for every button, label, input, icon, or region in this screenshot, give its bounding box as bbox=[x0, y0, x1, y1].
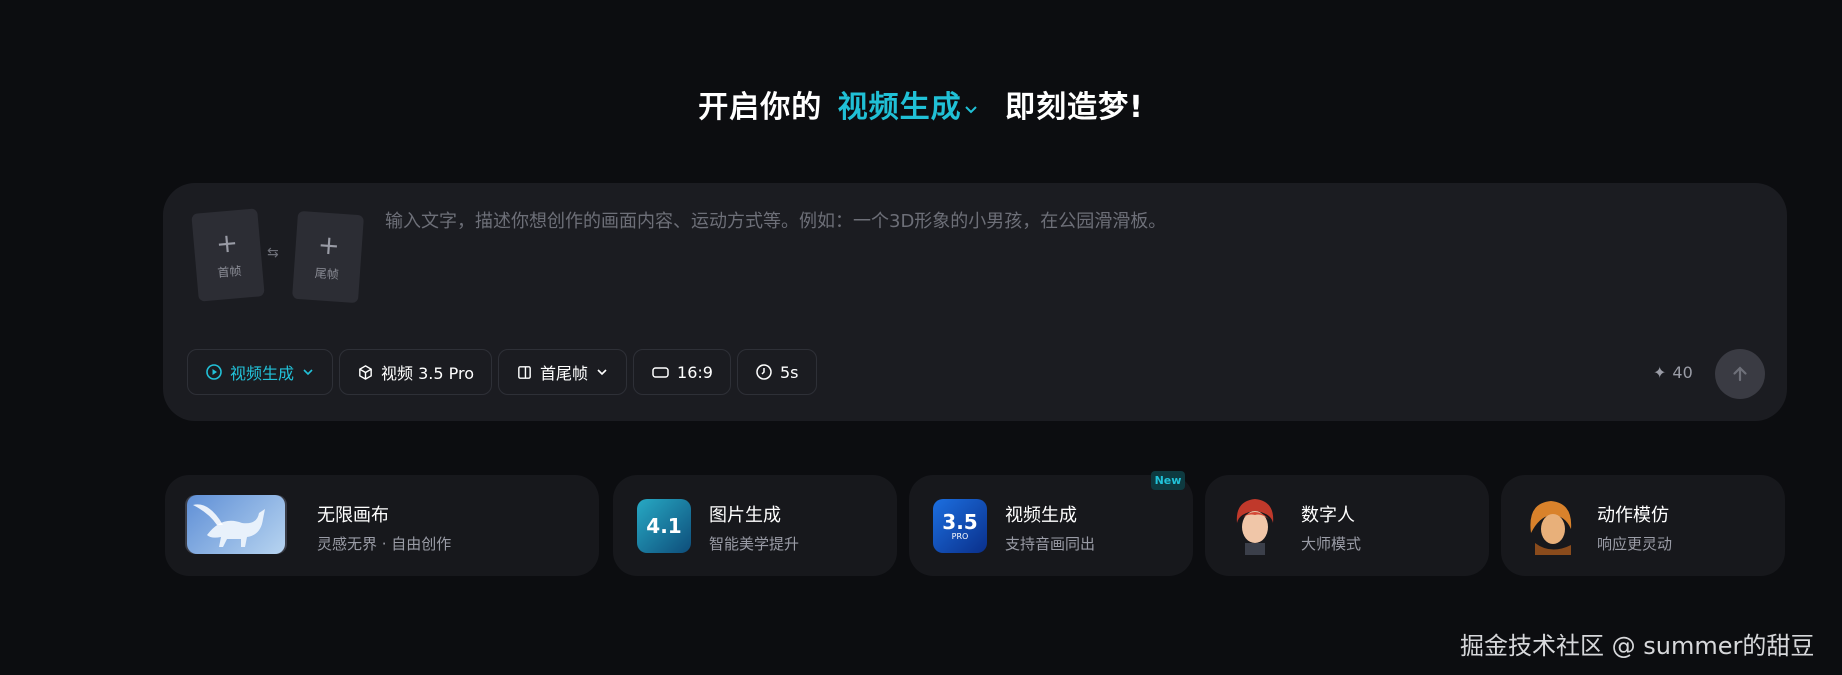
duration-button[interactable]: 5s bbox=[736, 349, 817, 395]
aspect-ratio-icon bbox=[652, 366, 669, 378]
card-subtitle: 响应更灵动 bbox=[1597, 535, 1673, 553]
duration-label: 5s bbox=[779, 362, 799, 382]
card-title: 动作模仿 bbox=[1597, 505, 1669, 526]
feature-card-image-gen[interactable]: 4.1 图片生成 智能美学提升 bbox=[613, 475, 897, 576]
pegasus-image bbox=[193, 504, 265, 547]
motion-mimic-avatar bbox=[1530, 501, 1572, 555]
arrow-up-icon bbox=[1733, 366, 1747, 382]
frames-select-label: 首尾帧 bbox=[540, 364, 589, 383]
image-gen-thumb: 4.1 bbox=[637, 499, 691, 553]
card-subtitle: 灵感无界 · 自由创作 bbox=[317, 535, 452, 553]
prompt-input[interactable]: 输入文字，描述你想创作的画面内容、运动方式等。例如：一个3D形象的小男孩，在公园… bbox=[385, 207, 1685, 233]
swap-icon[interactable]: ⇆ bbox=[267, 245, 279, 261]
model-select-label: 视频 3.5 Pro bbox=[381, 364, 475, 383]
watermark: 掘金技术社区 @ summer的甜豆 bbox=[1460, 632, 1815, 660]
headline-prefix: 开启你的 bbox=[698, 90, 823, 125]
credits-value: 40 bbox=[1672, 363, 1693, 382]
last-frame-label: 尾帧 bbox=[314, 265, 340, 282]
frames-select-button[interactable]: 首尾帧 bbox=[498, 349, 628, 395]
mode-select-button[interactable]: 视频生成 bbox=[187, 349, 334, 395]
page-headline: 开启你的 视频生成 即刻造梦! bbox=[0, 82, 1842, 126]
feature-card-canvas[interactable]: 无限画布 灵感无界 · 自由创作 bbox=[165, 475, 599, 576]
video-gen-thumb: 3.5 PRO bbox=[933, 499, 987, 553]
aspect-ratio-button[interactable]: 16:9 bbox=[633, 349, 731, 395]
model-select-button[interactable]: 视频 3.5 Pro bbox=[339, 349, 493, 395]
aspect-ratio-label: 16:9 bbox=[677, 362, 713, 382]
first-frame-upload[interactable]: + 首帧 bbox=[191, 208, 265, 302]
chevron-down-icon bbox=[303, 369, 313, 376]
card-subtitle: 支持音画同出 bbox=[1005, 535, 1096, 553]
digital-human-thumb bbox=[1225, 493, 1285, 555]
pegasus-thumb bbox=[187, 495, 285, 554]
chevron-down-icon bbox=[597, 369, 607, 376]
credits-cost: ✦ 40 bbox=[1653, 363, 1693, 382]
video-play-icon bbox=[206, 364, 222, 380]
timer-icon bbox=[756, 364, 772, 380]
cube-icon bbox=[359, 364, 372, 380]
chevron-down-icon bbox=[964, 105, 977, 113]
plus-icon: + bbox=[316, 229, 341, 262]
generation-toolbar: 视频生成 视频 3.5 Pro 首尾帧 16:9 5s bbox=[187, 349, 817, 395]
card-title: 图片生成 bbox=[709, 505, 781, 526]
image-gen-version: 4.1 bbox=[646, 514, 682, 538]
feature-card-digital-human[interactable]: 数字人 大师模式 bbox=[1205, 475, 1489, 576]
video-gen-version: 3.5 bbox=[942, 509, 978, 534]
feature-card-video-gen[interactable]: 3.5 PRO 视频生成 支持音画同出 bbox=[909, 475, 1193, 576]
headline-mode-selector[interactable]: 视频生成 bbox=[838, 90, 1001, 125]
mode-select-label: 视频生成 bbox=[230, 364, 295, 383]
card-title: 无限画布 bbox=[317, 505, 389, 526]
feature-card-motion-mimic[interactable]: 动作模仿 响应更灵动 bbox=[1501, 475, 1785, 576]
video-gen-tier: PRO bbox=[951, 531, 969, 541]
last-frame-upload[interactable]: + 尾帧 bbox=[292, 210, 364, 304]
motion-mimic-thumb bbox=[1521, 493, 1581, 555]
submit-button[interactable] bbox=[1715, 349, 1765, 399]
card-subtitle: 大师模式 bbox=[1301, 535, 1362, 553]
digital-human-avatar bbox=[1236, 499, 1274, 555]
card-title: 数字人 bbox=[1301, 505, 1355, 526]
frames-icon bbox=[518, 365, 531, 379]
prompt-composer: + 首帧 ⇆ + 尾帧 输入文字，描述你想创作的画面内容、运动方式等。例如：一个… bbox=[163, 183, 1787, 421]
sparkle-icon: ✦ bbox=[1653, 363, 1667, 382]
headline-mode-label: 视频生成 bbox=[837, 90, 962, 125]
card-title: 视频生成 bbox=[1005, 505, 1077, 526]
new-badge: New bbox=[1151, 471, 1185, 490]
plus-icon: + bbox=[214, 227, 240, 260]
card-subtitle: 智能美学提升 bbox=[709, 535, 800, 553]
first-frame-label: 首帧 bbox=[216, 263, 243, 280]
headline-suffix: 即刻造梦! bbox=[1005, 90, 1144, 125]
